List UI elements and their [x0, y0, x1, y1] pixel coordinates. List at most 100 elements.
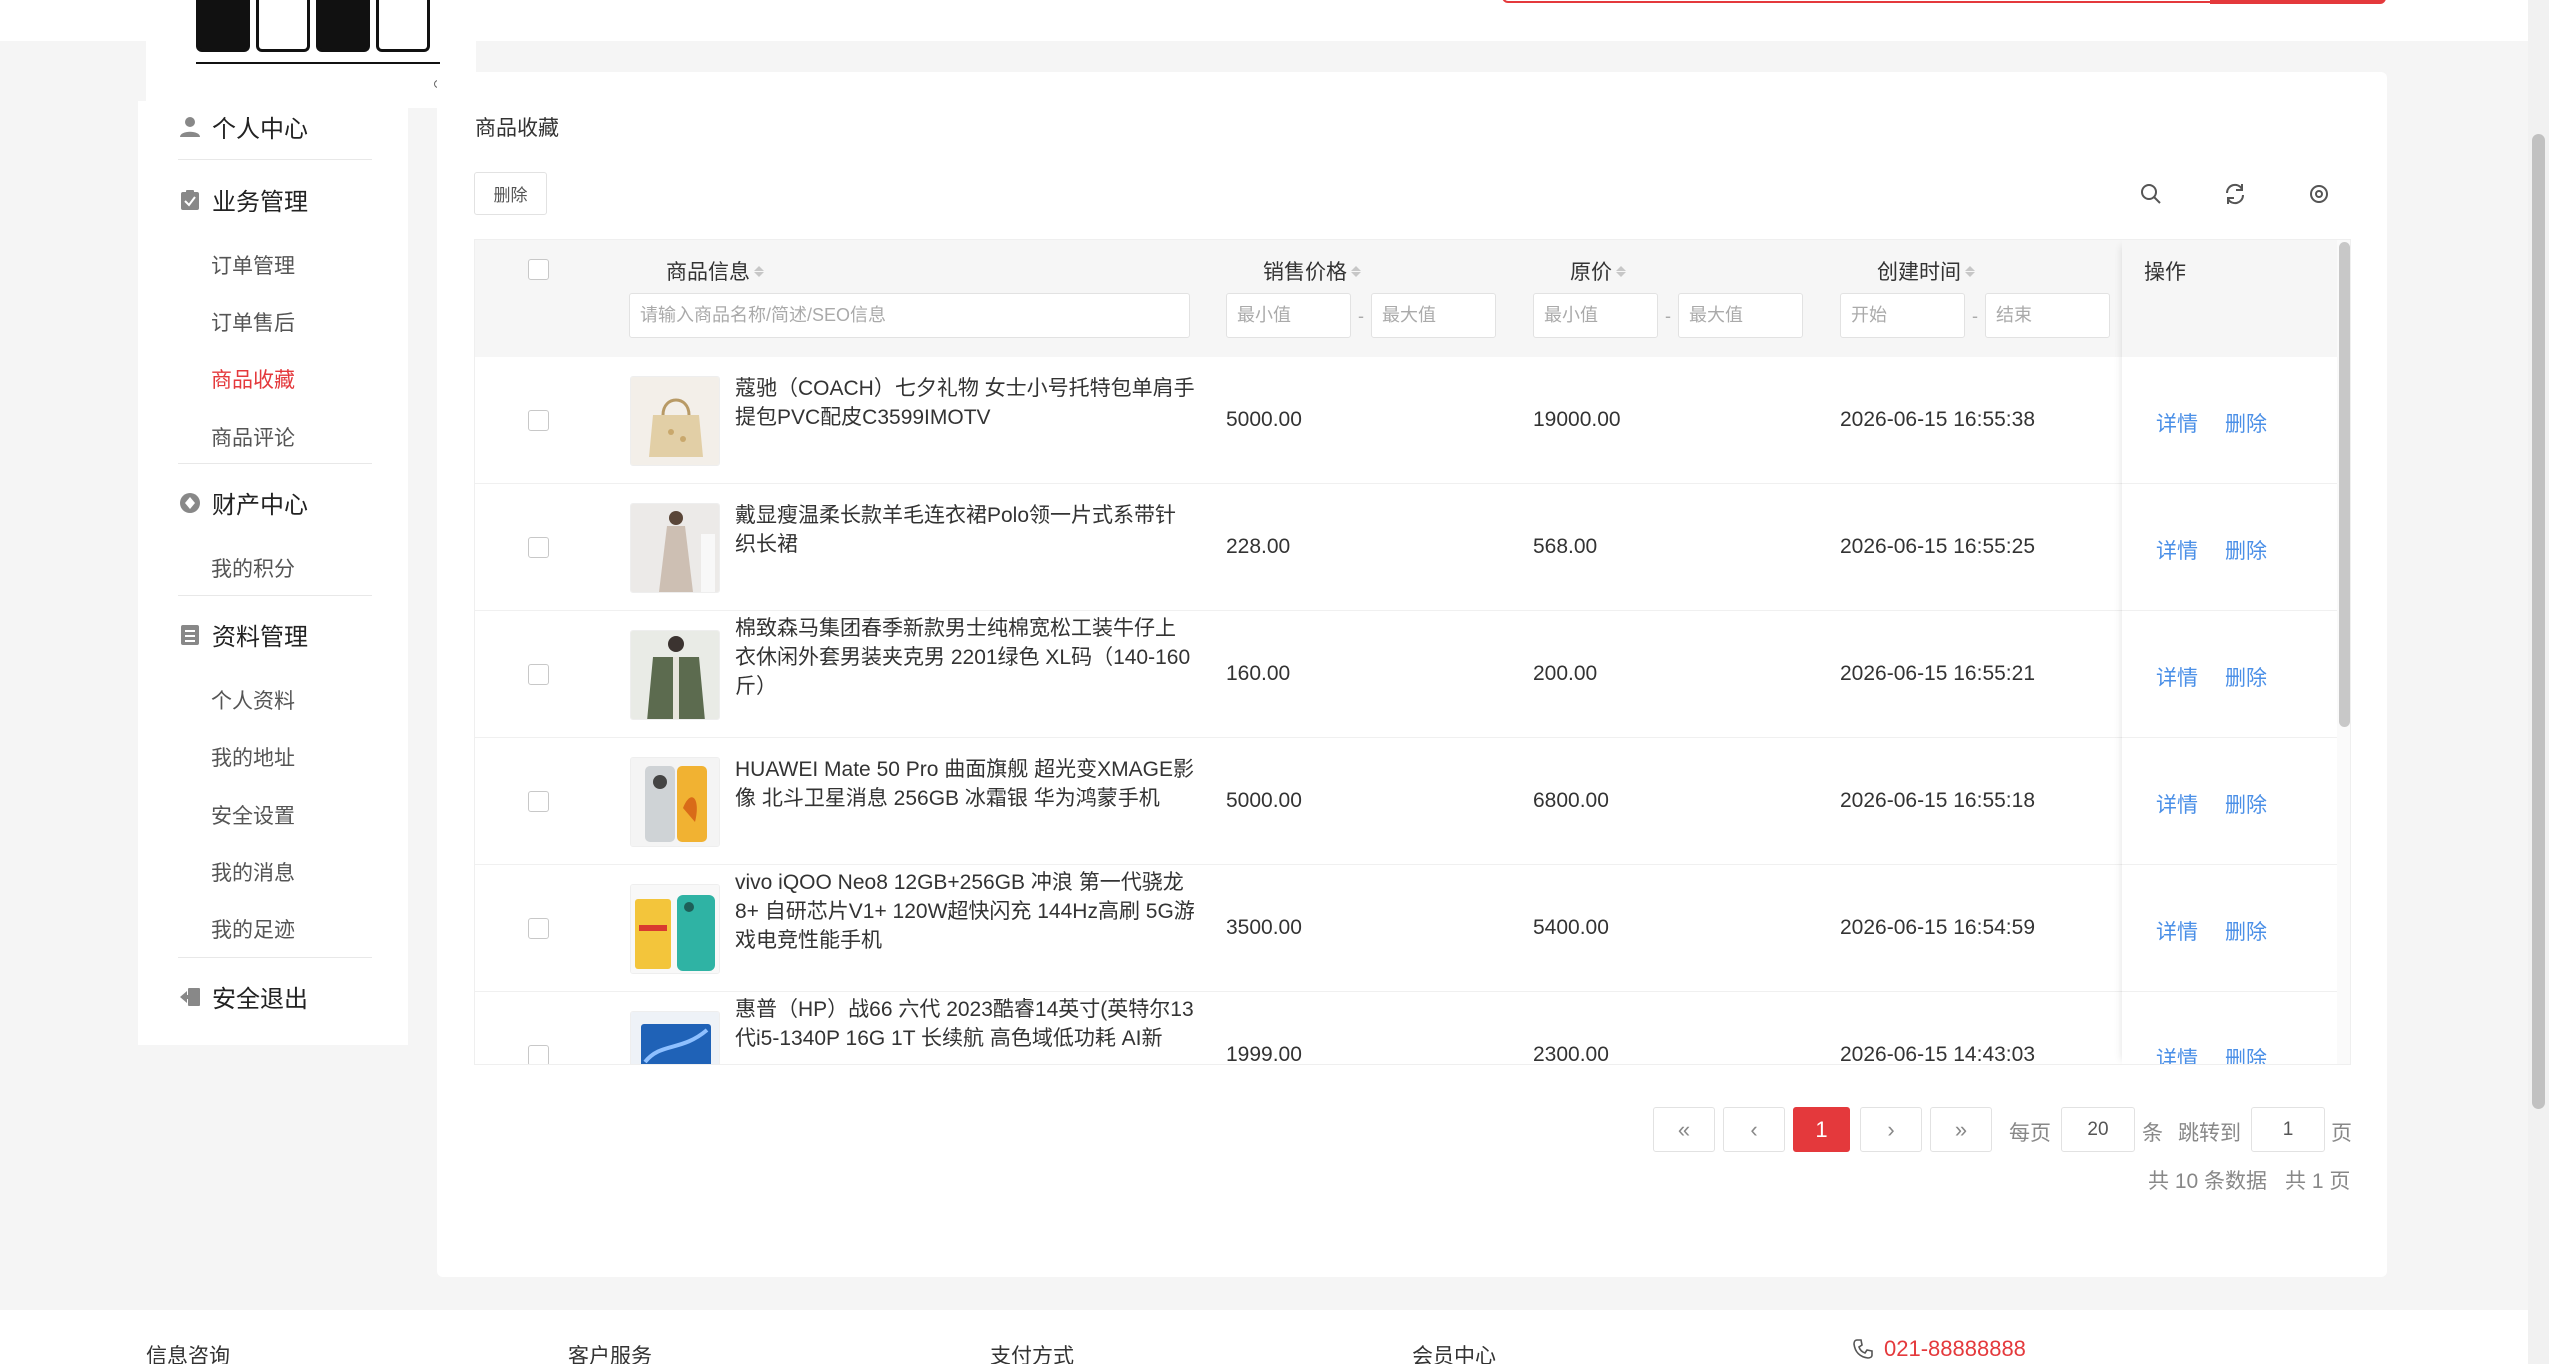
sort-icon[interactable]: [1351, 265, 1361, 277]
row-checkbox[interactable]: [528, 1045, 549, 1064]
original-price: 2300.00: [1533, 1043, 1609, 1065]
footer-info[interactable]: 信息咨询: [146, 1340, 230, 1364]
last-page-button[interactable]: »: [1930, 1107, 1992, 1152]
product-filter-input[interactable]: [629, 293, 1190, 338]
row-checkbox[interactable]: [528, 537, 549, 558]
favorites-table: 商品信息 销售价格 原价 创建时间 操作 - - - 蔻驰（COACH）七夕礼物…: [474, 239, 2351, 1065]
table-row: HUAWEI Mate 50 Pro 曲面旗舰 超光变XMAGE影像 北斗卫星消…: [475, 738, 2350, 865]
page-1-button[interactable]: 1: [1793, 1107, 1850, 1152]
original-price: 5400.00: [1533, 916, 1609, 939]
original-price: 200.00: [1533, 662, 1598, 685]
product-thumbnail[interactable]: [630, 1011, 720, 1064]
sidebar-group-profile[interactable]: 资料管理: [178, 617, 308, 652]
sale-price: 5000.00: [1226, 789, 1302, 812]
logout-button[interactable]: 安全退出: [178, 979, 308, 1014]
table-row: vivo iQOO Neo8 12GB+256GB 冲浪 第一代骁龙8+ 自研芯…: [475, 865, 2350, 992]
sidebar-item-order-management[interactable]: 订单管理: [211, 250, 295, 280]
detail-link[interactable]: 详情: [2156, 662, 2198, 692]
site-logo[interactable]: [146, 0, 476, 108]
table-scrollbar[interactable]: [2337, 240, 2350, 1064]
sidebar-item-after-sales[interactable]: 订单售后: [211, 307, 295, 337]
product-name[interactable]: vivo iQOO Neo8 12GB+256GB 冲浪 第一代骁龙8+ 自研芯…: [735, 868, 1195, 955]
page-size-input[interactable]: [2061, 1107, 2135, 1152]
batch-delete-button[interactable]: 删除: [474, 172, 547, 215]
col-sale-price[interactable]: 销售价格: [1263, 256, 1361, 286]
end-date-input[interactable]: [1985, 293, 2110, 338]
sort-icon[interactable]: [1616, 265, 1626, 277]
original-price: 6800.00: [1533, 789, 1609, 812]
sidebar-group-business[interactable]: 业务管理: [178, 182, 308, 217]
logo-mark: [196, 0, 440, 64]
row-checkbox[interactable]: [528, 791, 549, 812]
product-name[interactable]: 蔻驰（COACH）七夕礼物 女士小号托特包单肩手提包PVC配皮C3599IMOT…: [735, 374, 1195, 432]
sale-price: 228.00: [1226, 535, 1291, 558]
product-thumbnail[interactable]: [630, 884, 720, 974]
detail-link[interactable]: 详情: [2156, 789, 2198, 819]
sidebar-item-footprints[interactable]: 我的足迹: [211, 914, 295, 944]
table-row: 棉致森马集团春季新款男士纯棉宽松工装牛仔上衣休闲外套男装夹克男 2201绿色 X…: [475, 611, 2350, 738]
next-page-button[interactable]: ›: [1860, 1107, 1922, 1152]
col-product-info[interactable]: 商品信息: [666, 256, 764, 286]
jump-page-input[interactable]: [2251, 1107, 2325, 1152]
search-icon[interactable]: [2135, 178, 2167, 210]
row-checkbox[interactable]: [528, 410, 549, 431]
sidebar-group-assets[interactable]: 财产中心: [178, 485, 308, 520]
sale-price-max-input[interactable]: [1371, 293, 1496, 338]
sidebar-group-personal-center[interactable]: 个人中心: [178, 109, 308, 144]
col-original-price[interactable]: 原价: [1570, 256, 1626, 286]
sidebar-item-favorites[interactable]: 商品收藏: [211, 364, 295, 394]
refresh-icon[interactable]: [2219, 178, 2251, 210]
row-checkbox[interactable]: [528, 664, 549, 685]
created-time: 2026-06-15 16:54:59: [1840, 916, 2035, 939]
product-name[interactable]: 棉致森马集团春季新款男士纯棉宽松工装牛仔上衣休闲外套男装夹克男 2201绿色 X…: [735, 614, 1195, 701]
product-name[interactable]: HUAWEI Mate 50 Pro 曲面旗舰 超光变XMAGE影像 北斗卫星消…: [735, 755, 1195, 813]
coin-icon: [178, 491, 202, 515]
sidebar-item-security[interactable]: 安全设置: [211, 800, 295, 830]
delete-link[interactable]: 删除: [2225, 789, 2267, 819]
sale-price-min-input[interactable]: [1226, 293, 1351, 338]
sidebar-item-address[interactable]: 我的地址: [211, 742, 295, 772]
created-time: 2026-06-15 16:55:38: [1840, 408, 2035, 431]
product-name[interactable]: 戴显瘦温柔长款羊毛连衣裙Polo领一片式系带针织长裙: [735, 501, 1195, 559]
product-thumbnail[interactable]: [630, 376, 720, 466]
created-time: 2026-06-15 16:55:18: [1840, 789, 2035, 812]
original-price-max-input[interactable]: [1678, 293, 1803, 338]
page-scrollbar[interactable]: [2528, 0, 2549, 1364]
settings-icon[interactable]: [2303, 178, 2335, 210]
first-page-button[interactable]: «: [1653, 1107, 1715, 1152]
total-pages: 共 1 页: [2285, 1170, 2351, 1193]
detail-link[interactable]: 详情: [2156, 916, 2198, 946]
sort-icon[interactable]: [754, 265, 764, 277]
footer-payment[interactable]: 支付方式: [990, 1340, 1074, 1364]
start-date-input[interactable]: [1840, 293, 1965, 338]
sidebar-item-messages[interactable]: 我的消息: [211, 857, 295, 887]
delete-link[interactable]: 删除: [2225, 662, 2267, 692]
product-thumbnail[interactable]: [630, 630, 720, 720]
detail-link[interactable]: 详情: [2156, 1043, 2198, 1064]
prev-page-button[interactable]: ‹: [1723, 1107, 1785, 1152]
product-thumbnail[interactable]: [630, 503, 720, 593]
original-price-min-input[interactable]: [1533, 293, 1658, 338]
table-row: 戴显瘦温柔长款羊毛连衣裙Polo领一片式系带针织长裙 228.00 568.00…: [475, 484, 2350, 611]
delete-link[interactable]: 删除: [2225, 1043, 2267, 1064]
created-time: 2026-06-15 16:55:25: [1840, 535, 2035, 558]
footer-phone: 021-88888888: [1852, 1336, 2026, 1362]
product-thumbnail[interactable]: [630, 757, 720, 847]
sidebar-item-points[interactable]: 我的积分: [211, 553, 295, 583]
delete-link[interactable]: 删除: [2225, 408, 2267, 438]
detail-link[interactable]: 详情: [2156, 408, 2198, 438]
sidebar-item-reviews[interactable]: 商品评论: [211, 422, 295, 452]
sidebar-item-personal-info[interactable]: 个人资料: [211, 685, 295, 715]
search-button[interactable]: [2210, 0, 2386, 4]
col-created-time[interactable]: 创建时间: [1877, 256, 1975, 286]
select-all-checkbox[interactable]: [528, 259, 549, 280]
row-checkbox[interactable]: [528, 918, 549, 939]
footer-service[interactable]: 客户服务: [568, 1340, 652, 1364]
delete-link[interactable]: 删除: [2225, 916, 2267, 946]
footer-member[interactable]: 会员中心: [1412, 1340, 1496, 1364]
product-name[interactable]: 惠普（HP）战66 六代 2023酷睿14英寸(英特尔13代i5-1340P 1…: [735, 995, 1195, 1053]
main-panel: 商品收藏 删除 商品信息 销售价格 原价 创建时间 操作 - - - 蔻驰（: [437, 72, 2387, 1277]
delete-link[interactable]: 删除: [2225, 535, 2267, 565]
detail-link[interactable]: 详情: [2156, 535, 2198, 565]
sort-icon[interactable]: [1965, 265, 1975, 277]
